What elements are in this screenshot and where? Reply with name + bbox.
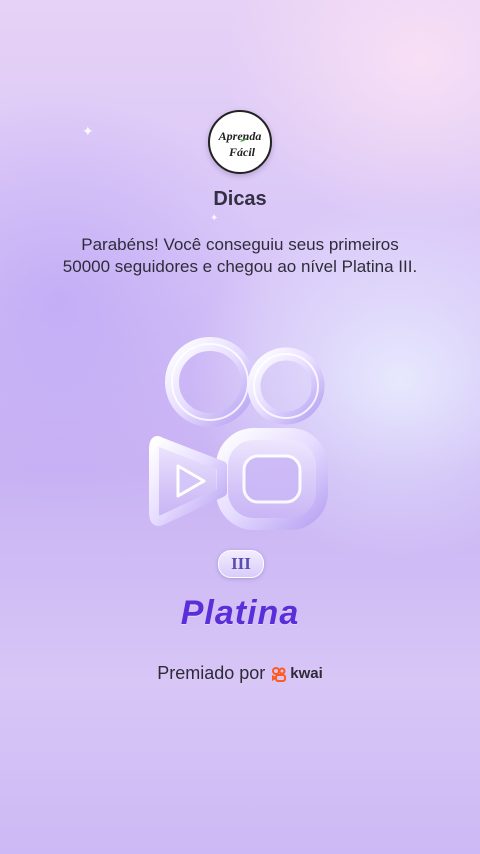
kwai-brand-name: kwai — [290, 665, 323, 682]
sparkle-icon: ✦ — [82, 123, 94, 139]
channel-logo: Aprenda Fácil — [208, 110, 272, 174]
level-name: Platina — [180, 594, 300, 632]
dialog-title: Dicas — [213, 188, 267, 210]
logo-graphic: Aprenda Fácil — [218, 129, 262, 159]
dialog-message: Parabéns! Você conseguiu seus primeiros … — [62, 235, 418, 276]
logo-text-line2: Fácil — [228, 145, 256, 159]
awarded-by: Premiado por kwai — [0, 663, 480, 684]
sparkle-icon: ✦ — [210, 213, 219, 224]
kwai-camera-icon — [149, 337, 328, 530]
awarded-by-label: Premiado por — [157, 663, 266, 683]
logo-text-line1: Aprenda — [218, 129, 262, 143]
level-numeral-badge: III — [218, 550, 264, 578]
kwai-logo-icon — [272, 666, 287, 682]
